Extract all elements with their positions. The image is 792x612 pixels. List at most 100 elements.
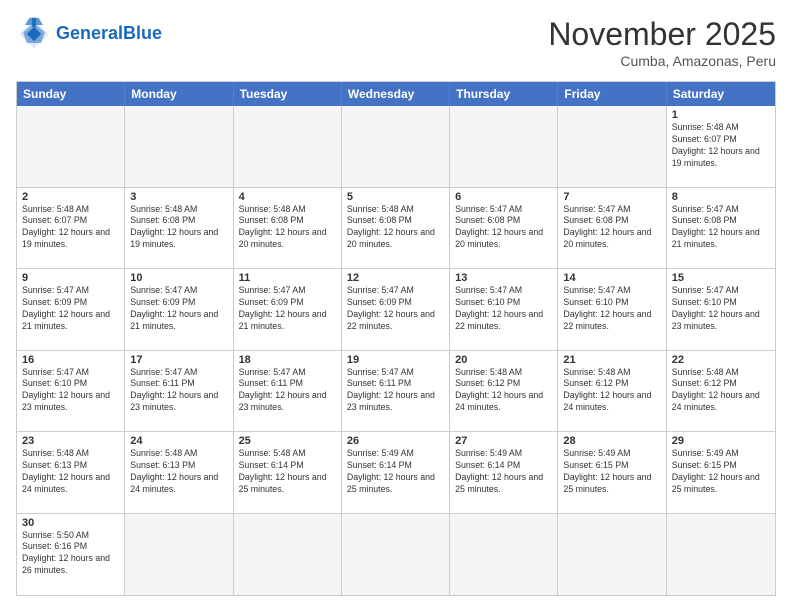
calendar-cell: 2Sunrise: 5:48 AM Sunset: 6:07 PM Daylig…	[17, 188, 125, 269]
day-info: Sunrise: 5:48 AM Sunset: 6:12 PM Dayligh…	[455, 367, 552, 415]
calendar-cell: 6Sunrise: 5:47 AM Sunset: 6:08 PM Daylig…	[450, 188, 558, 269]
day-info: Sunrise: 5:47 AM Sunset: 6:10 PM Dayligh…	[455, 285, 552, 333]
day-number: 9	[22, 272, 119, 284]
calendar-cell: 18Sunrise: 5:47 AM Sunset: 6:11 PM Dayli…	[234, 351, 342, 432]
calendar-row: 16Sunrise: 5:47 AM Sunset: 6:10 PM Dayli…	[17, 351, 775, 433]
calendar-cell	[125, 514, 233, 596]
calendar-cell: 10Sunrise: 5:47 AM Sunset: 6:09 PM Dayli…	[125, 269, 233, 350]
day-number: 6	[455, 191, 552, 203]
calendar-cell: 21Sunrise: 5:48 AM Sunset: 6:12 PM Dayli…	[558, 351, 666, 432]
calendar-cell: 29Sunrise: 5:49 AM Sunset: 6:15 PM Dayli…	[667, 432, 775, 513]
day-info: Sunrise: 5:47 AM Sunset: 6:08 PM Dayligh…	[455, 204, 552, 252]
calendar-cell: 5Sunrise: 5:48 AM Sunset: 6:08 PM Daylig…	[342, 188, 450, 269]
day-info: Sunrise: 5:49 AM Sunset: 6:15 PM Dayligh…	[563, 448, 660, 496]
calendar-row: 1Sunrise: 5:48 AM Sunset: 6:07 PM Daylig…	[17, 106, 775, 188]
logo-text: GeneralBlue	[56, 24, 162, 44]
calendar-cell	[450, 106, 558, 187]
day-info: Sunrise: 5:47 AM Sunset: 6:11 PM Dayligh…	[239, 367, 336, 415]
location: Cumba, Amazonas, Peru	[548, 53, 776, 69]
day-info: Sunrise: 5:47 AM Sunset: 6:08 PM Dayligh…	[672, 204, 770, 252]
day-info: Sunrise: 5:48 AM Sunset: 6:12 PM Dayligh…	[563, 367, 660, 415]
day-info: Sunrise: 5:50 AM Sunset: 6:16 PM Dayligh…	[22, 530, 119, 578]
day-number: 3	[130, 191, 227, 203]
calendar-cell: 12Sunrise: 5:47 AM Sunset: 6:09 PM Dayli…	[342, 269, 450, 350]
calendar-cell: 15Sunrise: 5:47 AM Sunset: 6:10 PM Dayli…	[667, 269, 775, 350]
logo: GeneralBlue	[16, 16, 162, 52]
day-number: 12	[347, 272, 444, 284]
day-number: 5	[347, 191, 444, 203]
day-info: Sunrise: 5:47 AM Sunset: 6:10 PM Dayligh…	[22, 367, 119, 415]
day-number: 25	[239, 435, 336, 447]
day-number: 8	[672, 191, 770, 203]
calendar-cell: 20Sunrise: 5:48 AM Sunset: 6:12 PM Dayli…	[450, 351, 558, 432]
day-number: 24	[130, 435, 227, 447]
calendar-cell: 22Sunrise: 5:48 AM Sunset: 6:12 PM Dayli…	[667, 351, 775, 432]
day-info: Sunrise: 5:47 AM Sunset: 6:10 PM Dayligh…	[563, 285, 660, 333]
calendar-cell	[667, 514, 775, 596]
day-info: Sunrise: 5:48 AM Sunset: 6:13 PM Dayligh…	[130, 448, 227, 496]
title-area: November 2025 Cumba, Amazonas, Peru	[548, 16, 776, 69]
day-info: Sunrise: 5:48 AM Sunset: 6:07 PM Dayligh…	[22, 204, 119, 252]
calendar-cell	[234, 106, 342, 187]
logo-icon	[16, 16, 52, 52]
calendar-cell: 8Sunrise: 5:47 AM Sunset: 6:08 PM Daylig…	[667, 188, 775, 269]
calendar-cell: 13Sunrise: 5:47 AM Sunset: 6:10 PM Dayli…	[450, 269, 558, 350]
day-info: Sunrise: 5:47 AM Sunset: 6:10 PM Dayligh…	[672, 285, 770, 333]
day-number: 17	[130, 354, 227, 366]
day-number: 28	[563, 435, 660, 447]
day-number: 13	[455, 272, 552, 284]
page-header: GeneralBlue November 2025 Cumba, Amazona…	[16, 16, 776, 69]
calendar-cell	[17, 106, 125, 187]
calendar-cell	[558, 106, 666, 187]
day-info: Sunrise: 5:48 AM Sunset: 6:13 PM Dayligh…	[22, 448, 119, 496]
day-info: Sunrise: 5:47 AM Sunset: 6:11 PM Dayligh…	[130, 367, 227, 415]
calendar-cell: 16Sunrise: 5:47 AM Sunset: 6:10 PM Dayli…	[17, 351, 125, 432]
day-number: 18	[239, 354, 336, 366]
calendar-cell: 28Sunrise: 5:49 AM Sunset: 6:15 PM Dayli…	[558, 432, 666, 513]
calendar-row: 23Sunrise: 5:48 AM Sunset: 6:13 PM Dayli…	[17, 432, 775, 514]
day-number: 10	[130, 272, 227, 284]
day-number: 19	[347, 354, 444, 366]
day-number: 29	[672, 435, 770, 447]
calendar-cell: 3Sunrise: 5:48 AM Sunset: 6:08 PM Daylig…	[125, 188, 233, 269]
day-info: Sunrise: 5:48 AM Sunset: 6:08 PM Dayligh…	[130, 204, 227, 252]
calendar-header-cell: Tuesday	[234, 82, 342, 106]
calendar-row: 2Sunrise: 5:48 AM Sunset: 6:07 PM Daylig…	[17, 188, 775, 270]
calendar-cell: 24Sunrise: 5:48 AM Sunset: 6:13 PM Dayli…	[125, 432, 233, 513]
month-title: November 2025	[548, 16, 776, 53]
day-number: 27	[455, 435, 552, 447]
day-number: 23	[22, 435, 119, 447]
day-info: Sunrise: 5:48 AM Sunset: 6:08 PM Dayligh…	[239, 204, 336, 252]
day-number: 7	[563, 191, 660, 203]
calendar-cell	[450, 514, 558, 596]
calendar-cell: 14Sunrise: 5:47 AM Sunset: 6:10 PM Dayli…	[558, 269, 666, 350]
calendar-cell: 30Sunrise: 5:50 AM Sunset: 6:16 PM Dayli…	[17, 514, 125, 596]
day-number: 26	[347, 435, 444, 447]
calendar-header: SundayMondayTuesdayWednesdayThursdayFrid…	[17, 82, 775, 106]
calendar-cell	[125, 106, 233, 187]
calendar-row: 9 Sunrise: 5:47 AM Sunset: 6:09 PM Daylig…	[17, 269, 775, 351]
calendar-cell: 26Sunrise: 5:49 AM Sunset: 6:14 PM Dayli…	[342, 432, 450, 513]
day-info: Sunrise: 5:48 AM Sunset: 6:12 PM Dayligh…	[672, 367, 770, 415]
calendar-cell: 11Sunrise: 5:47 AM Sunset: 6:09 PM Dayli…	[234, 269, 342, 350]
day-number: 1	[672, 109, 770, 121]
calendar-cell	[234, 514, 342, 596]
day-info: Sunrise: 5:49 AM Sunset: 6:15 PM Dayligh…	[672, 448, 770, 496]
calendar-cell: 19Sunrise: 5:47 AM Sunset: 6:11 PM Dayli…	[342, 351, 450, 432]
calendar-cell: 4Sunrise: 5:48 AM Sunset: 6:08 PM Daylig…	[234, 188, 342, 269]
day-info: Sunrise: 5:48 AM Sunset: 6:08 PM Dayligh…	[347, 204, 444, 252]
day-number: 14	[563, 272, 660, 284]
calendar-header-cell: Monday	[125, 82, 233, 106]
calendar-header-cell: Friday	[558, 82, 666, 106]
calendar: SundayMondayTuesdayWednesdayThursdayFrid…	[16, 81, 776, 596]
day-number: 15	[672, 272, 770, 284]
day-info: Sunrise: 5:49 AM Sunset: 6:14 PM Dayligh…	[347, 448, 444, 496]
day-info: Sunrise: 5:47 AM Sunset: 6:09 PM Dayligh…	[347, 285, 444, 333]
calendar-header-cell: Saturday	[667, 82, 775, 106]
calendar-cell: 25Sunrise: 5:48 AM Sunset: 6:14 PM Dayli…	[234, 432, 342, 513]
calendar-cell	[558, 514, 666, 596]
day-number: 22	[672, 354, 770, 366]
calendar-row: 30Sunrise: 5:50 AM Sunset: 6:16 PM Dayli…	[17, 514, 775, 596]
day-info: Sunrise: 5:47 AM Sunset: 6:11 PM Dayligh…	[347, 367, 444, 415]
calendar-cell	[342, 106, 450, 187]
